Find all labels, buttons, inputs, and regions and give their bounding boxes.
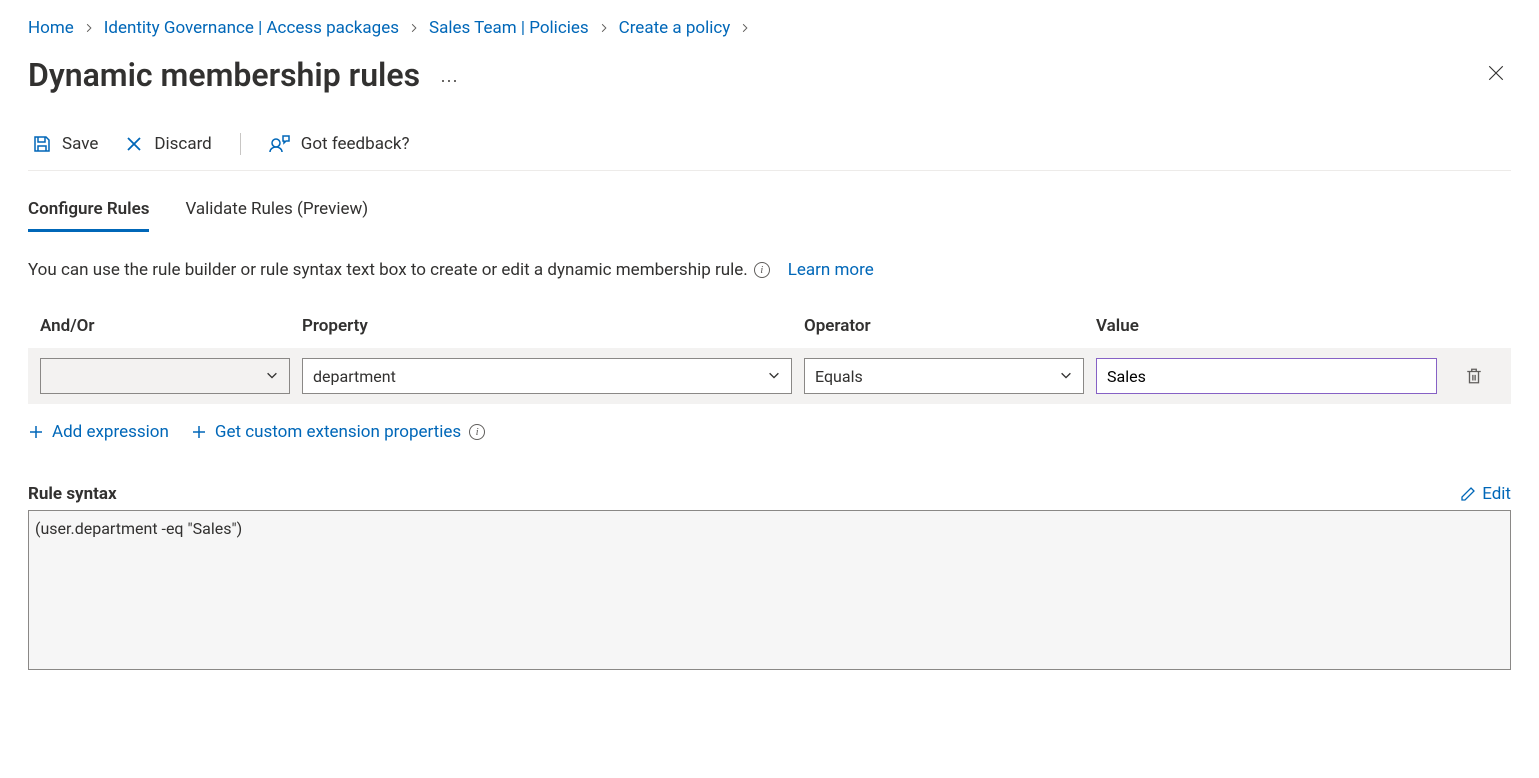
get-custom-label: Get custom extension properties — [215, 422, 461, 442]
add-expression-button[interactable]: Add expression — [28, 422, 169, 442]
breadcrumb: Home Identity Governance | Access packag… — [28, 18, 1511, 38]
info-icon[interactable]: i — [469, 424, 485, 440]
page-title: Dynamic membership rules — [28, 56, 420, 94]
col-header-property: Property — [302, 316, 792, 336]
breadcrumb-home[interactable]: Home — [28, 18, 74, 38]
discard-button[interactable]: Discard — [120, 132, 215, 156]
chevron-right-icon — [84, 23, 94, 33]
rule-row: department Equals — [28, 348, 1511, 404]
learn-more-link[interactable]: Learn more — [788, 260, 874, 280]
chevron-right-icon — [740, 23, 750, 33]
rule-syntax-section: Rule syntax Edit (user.department -eq "S… — [28, 484, 1511, 670]
divider — [240, 133, 241, 155]
col-header-value: Value — [1096, 316, 1437, 336]
tab-validate-rules[interactable]: Validate Rules (Preview) — [185, 199, 368, 232]
rule-syntax-label: Rule syntax — [28, 484, 117, 504]
rule-actions: Add expression Get custom extension prop… — [28, 422, 1511, 442]
feedback-label: Got feedback? — [301, 134, 410, 154]
operator-value: Equals — [815, 367, 863, 386]
chevron-right-icon — [599, 23, 609, 33]
save-label: Save — [62, 134, 98, 154]
chevron-right-icon — [409, 23, 419, 33]
command-bar: Save Discard Got feedback? — [28, 132, 1511, 171]
rule-syntax-box: (user.department -eq "Sales") — [28, 510, 1511, 670]
description-text: You can use the rule builder or rule syn… — [28, 260, 748, 280]
edit-label: Edit — [1482, 484, 1511, 504]
property-select[interactable]: department — [302, 358, 792, 394]
tab-configure-rules[interactable]: Configure Rules — [28, 199, 149, 232]
discard-label: Discard — [154, 134, 211, 154]
title-row: Dynamic membership rules ⋯ — [28, 56, 1511, 94]
chevron-down-icon — [265, 367, 279, 386]
delete-row-button[interactable] — [1449, 367, 1499, 385]
col-header-andor: And/Or — [40, 316, 290, 336]
save-button[interactable]: Save — [28, 132, 102, 156]
description-row: You can use the rule builder or rule syn… — [28, 260, 1511, 280]
chevron-down-icon — [1059, 367, 1073, 386]
info-icon[interactable]: i — [754, 262, 770, 278]
breadcrumb-identity-governance[interactable]: Identity Governance | Access packages — [104, 18, 399, 38]
value-input-wrapper[interactable] — [1096, 358, 1437, 394]
feedback-button[interactable]: Got feedback? — [265, 132, 414, 156]
rule-syntax-content: (user.department -eq "Sales") — [35, 519, 242, 538]
value-input[interactable] — [1107, 367, 1426, 386]
add-expression-label: Add expression — [52, 422, 169, 442]
breadcrumb-create-policy[interactable]: Create a policy — [619, 18, 731, 38]
breadcrumb-sales-team-policies[interactable]: Sales Team | Policies — [429, 18, 589, 38]
rule-builder: And/Or Property Operator Value departmen… — [28, 316, 1511, 404]
more-actions-button[interactable]: ⋯ — [440, 71, 460, 92]
close-button[interactable] — [1481, 58, 1511, 92]
operator-select[interactable]: Equals — [804, 358, 1084, 394]
property-value: department — [313, 367, 396, 386]
edit-syntax-button[interactable]: Edit — [1460, 484, 1511, 504]
col-header-operator: Operator — [804, 316, 1084, 336]
chevron-down-icon — [767, 367, 781, 386]
andor-select[interactable] — [40, 358, 290, 394]
get-custom-properties-button[interactable]: Get custom extension properties i — [191, 422, 485, 442]
tabs: Configure Rules Validate Rules (Preview) — [28, 199, 1511, 232]
rule-header-row: And/Or Property Operator Value — [28, 316, 1511, 348]
